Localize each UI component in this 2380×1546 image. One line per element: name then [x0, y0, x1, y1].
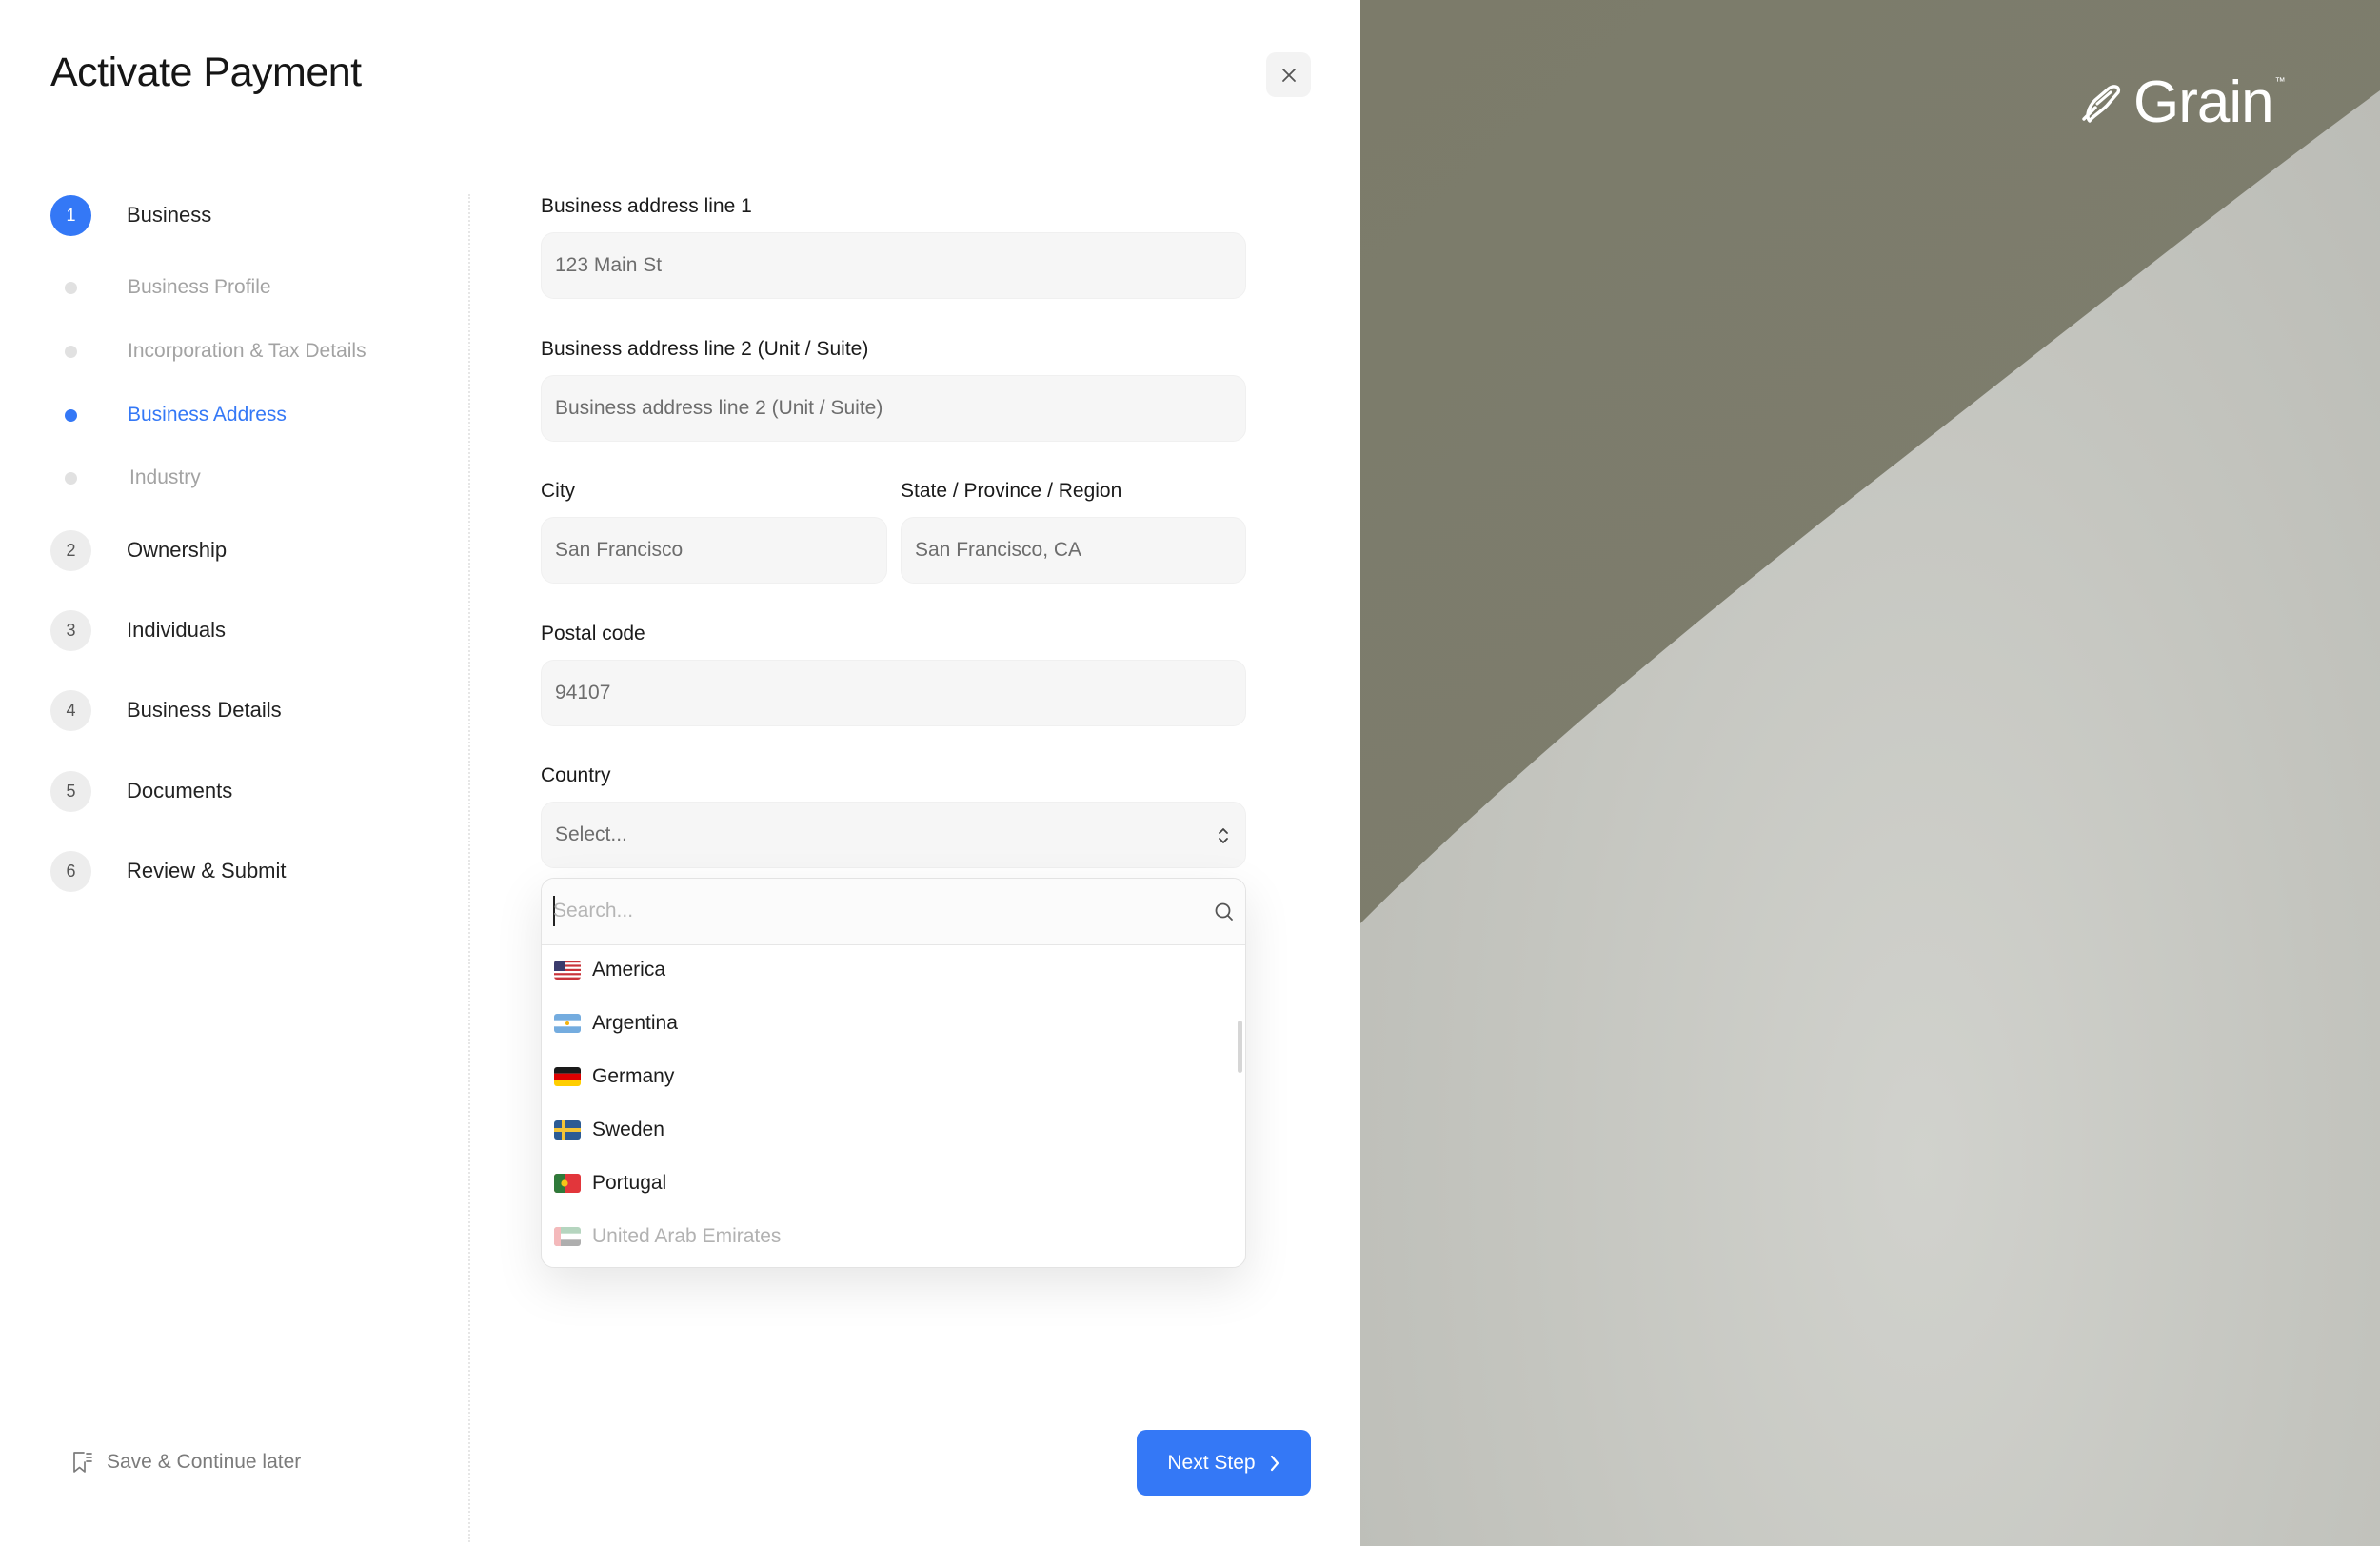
trademark: ™ [2274, 75, 2286, 88]
country-option-uae[interactable]: United Arab Emirates [542, 1213, 1232, 1260]
city-label: City [541, 480, 576, 502]
substep-business-profile[interactable]: Business Profile [50, 271, 271, 304]
shadow-curve-image [1360, 0, 2380, 923]
close-icon [1281, 68, 1296, 82]
address1-input[interactable]: 123 Main St [541, 232, 1246, 299]
us-flag-icon [554, 961, 581, 980]
substep-label: Business Address [128, 404, 287, 426]
de-flag-icon [554, 1067, 581, 1086]
option-label: Sweden [592, 1119, 664, 1140]
country-option-argentina[interactable]: Argentina [542, 1000, 1232, 1047]
state-input[interactable]: San Francisco, CA [901, 517, 1246, 584]
bookmark-list-icon [73, 1452, 92, 1473]
se-flag-icon [554, 1120, 581, 1140]
vertical-divider [468, 194, 470, 1542]
step-review-submit[interactable]: 6 Review & Submit [50, 850, 287, 892]
step-label: Documents [127, 779, 233, 803]
address2-placeholder: Business address line 2 (Unit / Suite) [555, 397, 883, 419]
option-label: America [592, 959, 666, 981]
chevron-right-icon [1270, 1455, 1279, 1471]
ar-flag-icon [554, 1014, 581, 1033]
chevron-up-down-icon [1219, 828, 1228, 843]
address2-input[interactable]: Business address line 2 (Unit / Suite) [541, 375, 1246, 442]
page-title: Activate Payment [50, 50, 362, 95]
step-label: Ownership [127, 538, 228, 562]
address2-label: Business address line 2 (Unit / Suite) [541, 338, 869, 360]
substep-industry[interactable]: Industry [50, 462, 201, 494]
step-ownership[interactable]: 2 Ownership [50, 529, 227, 571]
step-business-details[interactable]: 4 Business Details [50, 689, 282, 731]
option-label: Portugal [592, 1172, 667, 1194]
close-button[interactable] [1266, 52, 1311, 97]
country-options-list: America Argentina Germany Sweden Portuga… [542, 946, 1245, 1267]
address1-value: 123 Main St [555, 254, 663, 276]
save-later-label: Save & Continue later [107, 1451, 302, 1473]
step-number: 2 [50, 529, 91, 571]
payment-form-panel: Activate Payment 1 Business Business Pro… [0, 0, 1360, 1546]
grain-logo-icon [2082, 84, 2121, 123]
step-number: 1 [50, 194, 91, 236]
postal-input[interactable]: 94107 [541, 660, 1246, 726]
step-documents[interactable]: 5 Documents [50, 770, 232, 812]
country-select[interactable]: Select... [541, 802, 1246, 868]
substep-business-address[interactable]: Business Address [50, 399, 287, 431]
step-label: Individuals [127, 618, 226, 642]
address1-label: Business address line 1 [541, 195, 752, 217]
city-input[interactable]: San Francisco [541, 517, 887, 584]
substep-dot [65, 345, 77, 358]
country-placeholder: Select... [555, 823, 627, 845]
state-value: San Francisco, CA [915, 539, 1082, 561]
save-continue-later-button[interactable]: Save & Continue later [70, 1450, 301, 1475]
step-number: 3 [50, 609, 91, 651]
option-label: United Arab Emirates [592, 1225, 782, 1247]
pt-flag-icon [554, 1174, 581, 1193]
substep-incorporation-tax[interactable]: Incorporation & Tax Details [50, 335, 367, 367]
brand-image-panel: Grain ™ [1360, 0, 2380, 1546]
substep-label: Business Profile [128, 276, 271, 298]
step-business[interactable]: 1 Business [50, 194, 211, 236]
country-search-input[interactable]: Search... [542, 879, 1245, 945]
grain-logo: Grain ™ [2076, 69, 2286, 136]
country-dropdown: Search... America Argentina Germany Swed… [541, 878, 1246, 1268]
substep-dot [65, 471, 77, 485]
state-label: State / Province / Region [901, 480, 1122, 502]
country-label: Country [541, 764, 611, 786]
dropdown-scrollbar[interactable] [1238, 1021, 1242, 1073]
ae-flag-icon [554, 1227, 581, 1246]
next-step-label: Next Step [1167, 1451, 1256, 1474]
step-number: 4 [50, 689, 91, 731]
country-option-germany[interactable]: Germany [542, 1053, 1232, 1100]
substep-label: Incorporation & Tax Details [128, 340, 367, 362]
option-label: Argentina [592, 1012, 678, 1034]
step-label: Review & Submit [127, 859, 287, 882]
substep-dot [65, 281, 77, 294]
postal-value: 94107 [555, 682, 611, 704]
postal-label: Postal code [541, 623, 645, 644]
country-option-portugal[interactable]: Portugal [542, 1160, 1232, 1207]
step-label: Business [127, 203, 212, 227]
country-option-sweden[interactable]: Sweden [542, 1106, 1232, 1154]
logo-text: Grain [2133, 69, 2274, 135]
step-number: 6 [50, 850, 91, 892]
substep-dot-active [65, 408, 77, 422]
search-icon [1215, 902, 1233, 921]
next-step-button[interactable]: Next Step [1137, 1430, 1311, 1496]
step-number: 5 [50, 770, 91, 812]
substep-label: Industry [129, 466, 201, 488]
search-placeholder: Search... [553, 900, 634, 922]
country-option-america[interactable]: America [542, 946, 1232, 994]
option-label: Germany [592, 1065, 675, 1087]
step-label: Business Details [127, 698, 282, 722]
city-value: San Francisco [555, 539, 684, 561]
step-individuals[interactable]: 3 Individuals [50, 609, 226, 651]
